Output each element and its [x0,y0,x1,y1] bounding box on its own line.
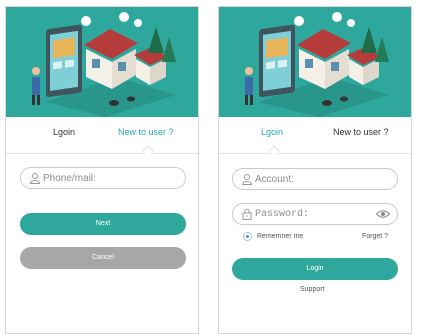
login-tabs: Lgoin New to user ? [6,117,198,157]
account-field[interactable] [232,168,398,190]
tab-login[interactable]: Lgoin [53,127,75,137]
smart-home-illustration [219,7,411,117]
tab-login[interactable]: Lgoin [261,127,283,137]
support-link[interactable]: Support [300,286,325,293]
lock-icon [242,208,252,220]
password-field[interactable] [232,203,398,225]
eye-icon[interactable] [376,209,390,219]
remember-me-radio[interactable] [243,232,252,241]
login-button[interactable]: Login [232,258,398,280]
login-tabs: Lgoin New to user ? [219,117,411,157]
forget-password-link[interactable]: Forget ? [362,233,388,240]
account-input[interactable] [255,172,385,186]
tab-new-user[interactable]: New to user ? [118,127,174,137]
active-tab-indicator [268,145,280,157]
user-icon [29,173,41,184]
user-icon [241,174,253,185]
smart-home-illustration [6,7,198,117]
remember-me-label: Rememner me [257,233,304,240]
phone-mail-field[interactable] [20,167,186,189]
password-input[interactable] [255,207,385,221]
cancel-button[interactable]: Cancel [20,247,186,269]
active-tab-indicator [142,145,154,157]
login-screen: Lgoin New to user ? Rememner me Forget ?… [218,6,412,334]
next-button[interactable]: Next [20,213,186,235]
tab-new-user[interactable]: New to user ? [333,127,389,137]
register-screen: Lgoin New to user ? Next Cancel [5,6,199,334]
phone-mail-input[interactable] [43,171,173,185]
